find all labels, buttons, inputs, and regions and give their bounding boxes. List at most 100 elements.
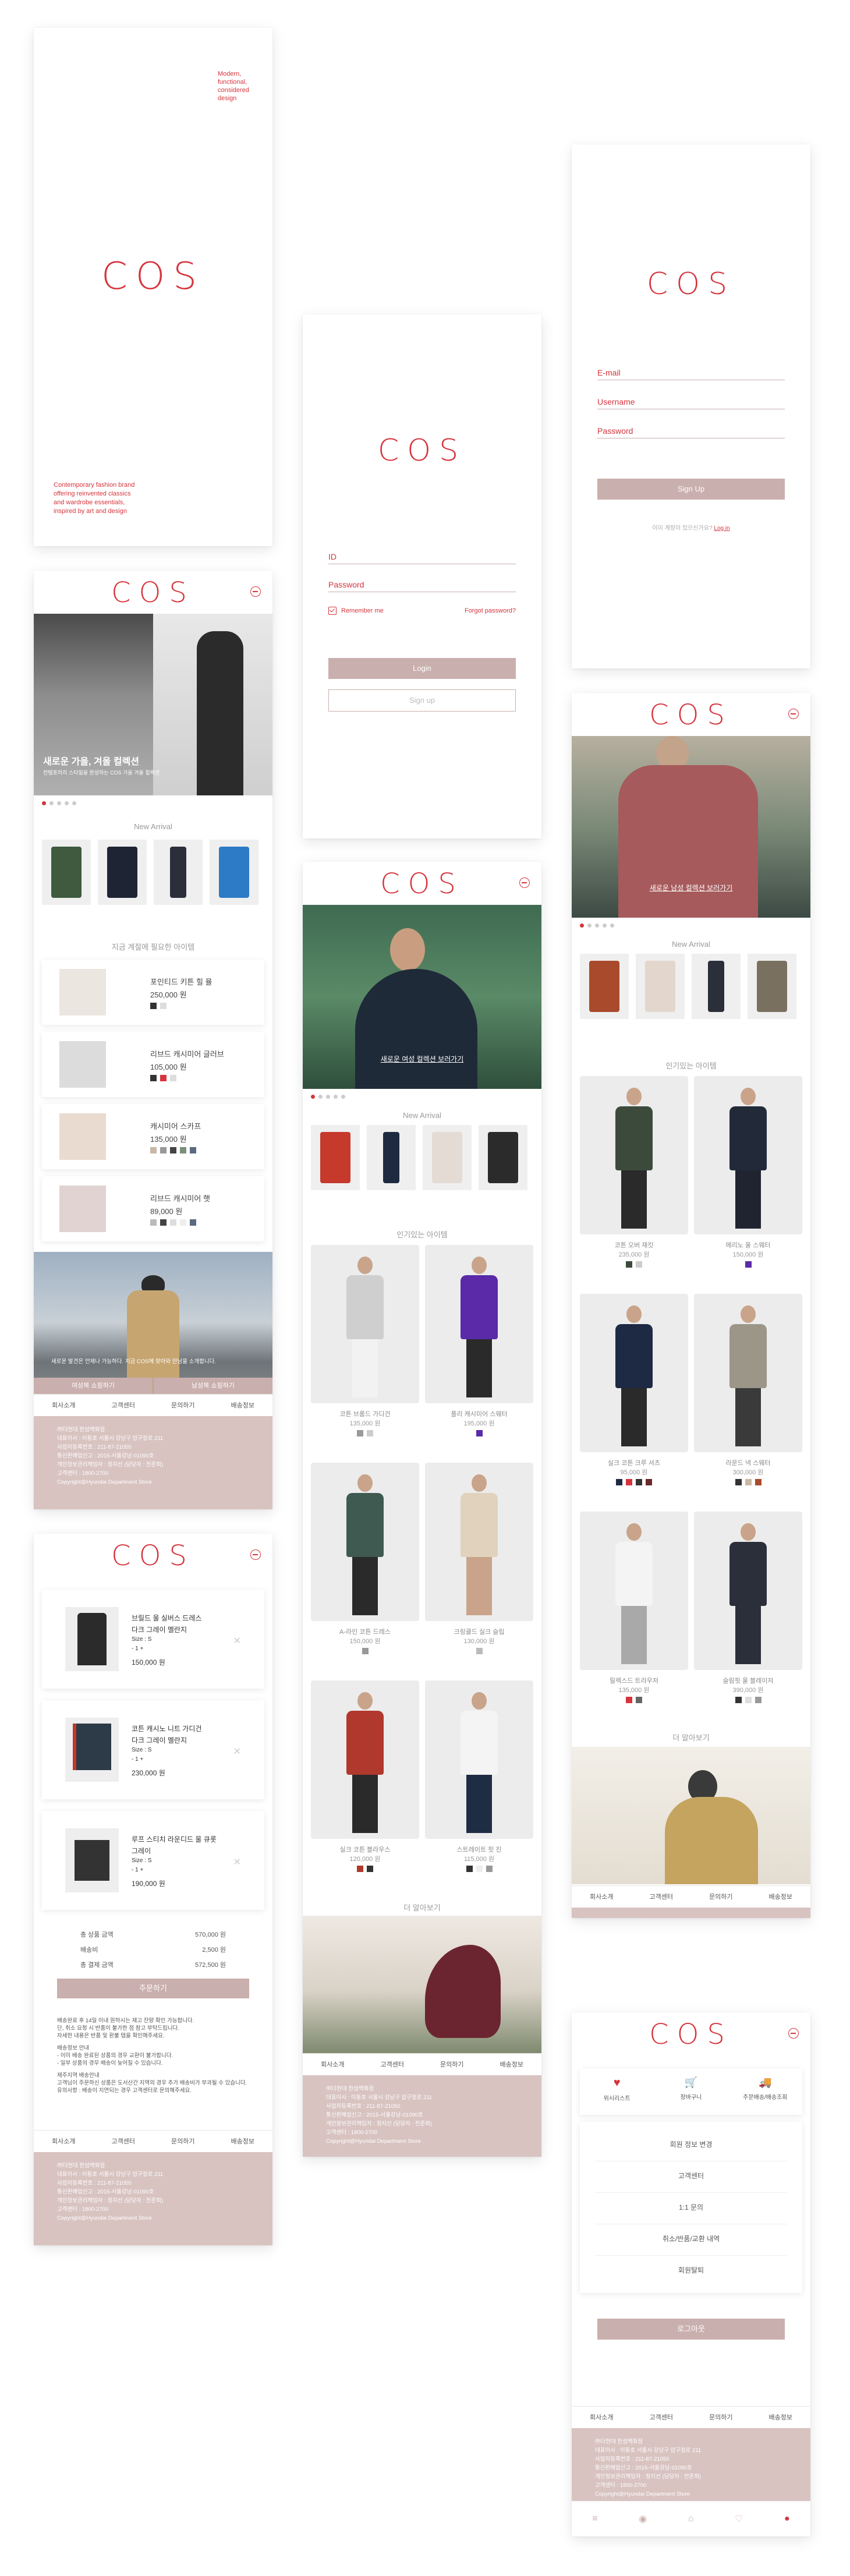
more-banner[interactable]: [572, 1747, 810, 1884]
product-thumb[interactable]: [479, 1125, 527, 1190]
grid-product[interactable]: A-라인 코튼 드레스 150,000 원: [311, 1463, 419, 1672]
header-logo[interactable]: COS: [303, 868, 541, 900]
grid-product[interactable]: 실크 코튼 블라우스 120,000 원: [311, 1680, 419, 1890]
footer-link[interactable]: 회사소개: [303, 2054, 363, 2076]
footer-link[interactable]: 문의하기: [153, 2131, 213, 2153]
footer-link[interactable]: 고객센터: [94, 1395, 154, 1417]
color-swatches[interactable]: [425, 1866, 533, 1872]
color-swatches[interactable]: [694, 1479, 802, 1485]
product-thumb[interactable]: [311, 1125, 360, 1190]
grid-product[interactable]: 크링클드 실크 슬립 130,000 원: [425, 1463, 533, 1672]
footer-link[interactable]: 고객센터: [632, 1886, 692, 1908]
product-thumb[interactable]: [580, 954, 629, 1019]
grid-product[interactable]: 메리노 울 스웨터 150,000 원: [694, 1076, 802, 1286]
menu-withdraw[interactable]: 회원탈퇴: [595, 2265, 787, 2287]
logout-button[interactable]: 로그아웃: [597, 2319, 785, 2340]
logout-icon[interactable]: [250, 586, 261, 597]
product-thumb[interactable]: [154, 840, 203, 905]
footer-link[interactable]: 고객센터: [632, 2407, 692, 2429]
product-card[interactable]: 캐시미어 스카프 135,000 원: [42, 1104, 264, 1169]
header-logo[interactable]: COS: [34, 576, 272, 609]
grid-product[interactable]: 슬림핏 울 블레이저 390,000 원: [694, 1512, 802, 1721]
footer-link[interactable]: 회사소개: [34, 2131, 94, 2153]
forgot-password-link[interactable]: Forgot password?: [465, 607, 516, 614]
hero-link[interactable]: 새로운 여성 컬렉션 보러가기: [303, 1054, 541, 1064]
carousel-dots[interactable]: [311, 1095, 345, 1099]
color-swatches[interactable]: [580, 1697, 688, 1703]
footer-link[interactable]: 문의하기: [691, 1886, 751, 1908]
color-swatches[interactable]: [150, 1219, 196, 1226]
cart-button[interactable]: 🛒 장바구니: [654, 2068, 728, 2115]
footer-link[interactable]: 배송정보: [751, 2407, 811, 2429]
product-thumb[interactable]: [423, 1125, 472, 1190]
footer-link[interactable]: 회사소개: [572, 1886, 632, 1908]
color-swatches[interactable]: [150, 1003, 167, 1009]
color-swatches[interactable]: [311, 1430, 419, 1436]
footer-link[interactable]: 배송정보: [482, 2054, 542, 2076]
footer-link[interactable]: 문의하기: [422, 2054, 482, 2076]
carousel-dots[interactable]: [42, 801, 76, 805]
quantity-stepper[interactable]: - 1 +: [132, 1867, 143, 1873]
header-logo[interactable]: COS: [572, 2018, 810, 2051]
logout-icon[interactable]: [788, 709, 799, 719]
hero-banner[interactable]: 새로운 가을, 겨울 컬렉션 컨템포러리 스타일을 완성하는 COS 가을 겨울…: [34, 614, 272, 795]
footer-link[interactable]: 배송정보: [213, 1395, 273, 1417]
hanger-icon[interactable]: ⌂: [688, 2514, 694, 2524]
product-card[interactable]: 리브드 캐시미어 햇 89,000 원: [42, 1176, 264, 1241]
footer-link[interactable]: 고객센터: [94, 2131, 154, 2153]
footer-link[interactable]: 문의하기: [153, 1395, 213, 1417]
logout-icon[interactable]: [519, 877, 530, 888]
menu-inquiry[interactable]: 1:1 문의: [595, 2202, 787, 2224]
email-field[interactable]: E-mail: [597, 368, 785, 380]
login-link[interactable]: Log in: [714, 525, 729, 532]
grid-product[interactable]: 코튼 브롬드 가디건 135,000 원: [311, 1245, 419, 1455]
product-thumb[interactable]: [98, 840, 147, 905]
hero-banner[interactable]: 새로운 남성 컬렉션 보러가기: [572, 736, 810, 918]
signup-submit-button[interactable]: Sign Up: [597, 479, 785, 500]
color-swatches[interactable]: [694, 1261, 802, 1268]
grid-product[interactable]: 스트레이트 핏 진 115,000 원: [425, 1680, 533, 1890]
product-thumb[interactable]: [42, 840, 91, 905]
login-button[interactable]: Login: [328, 658, 516, 679]
user-icon[interactable]: ●: [784, 2514, 790, 2524]
product-card[interactable]: 포인티드 키튼 힐 뮬 250,000 원: [42, 960, 264, 1025]
color-swatches[interactable]: [311, 1866, 419, 1872]
color-swatches[interactable]: [694, 1697, 802, 1703]
color-swatches[interactable]: [580, 1479, 688, 1485]
footer-link[interactable]: 배송정보: [213, 2131, 273, 2153]
grid-product[interactable]: 릴렉스드 트라우저 135,000 원: [580, 1512, 688, 1721]
order-tracking-button[interactable]: 🚚 주문배송/배송조회: [728, 2068, 802, 2115]
wishlist-button[interactable]: ♥ 위시리스트: [580, 2068, 654, 2115]
header-logo[interactable]: COS: [572, 699, 810, 731]
product-thumb[interactable]: [692, 954, 741, 1019]
footer-link[interactable]: 회사소개: [572, 2407, 632, 2429]
product-card[interactable]: 리브드 캐시미어 글러브 105,000 원: [42, 1032, 264, 1097]
header-logo[interactable]: COS: [34, 1540, 272, 1572]
more-title[interactable]: 더 알아보기: [572, 1732, 810, 1743]
product-thumb[interactable]: [636, 954, 685, 1019]
password-field[interactable]: Password: [328, 580, 516, 592]
menu-returns[interactable]: 취소/반품/교환 내역: [595, 2234, 787, 2256]
shop-men-button[interactable]: 남성복 쇼핑하기: [154, 1378, 272, 1394]
grid-product[interactable]: 코튼 오버 재킷 235,000 원: [580, 1076, 688, 1286]
quantity-stepper[interactable]: - 1 +: [132, 1756, 143, 1763]
username-field[interactable]: Username: [597, 397, 785, 409]
grid-product[interactable]: 실크 코튼 크루 셔츠 95,000 원: [580, 1294, 688, 1503]
color-swatches[interactable]: [150, 1075, 176, 1081]
remove-item-icon[interactable]: ✕: [233, 1856, 241, 1868]
footer-link[interactable]: 문의하기: [691, 2407, 751, 2429]
shop-women-button[interactable]: 여성복 쇼핑하기: [34, 1378, 153, 1394]
more-banner[interactable]: [303, 1916, 541, 2053]
id-field[interactable]: ID: [328, 552, 516, 564]
color-swatches[interactable]: [425, 1430, 533, 1436]
heart-icon[interactable]: ♡: [735, 2513, 743, 2525]
footer-link[interactable]: 고객센터: [363, 2054, 423, 2076]
color-swatches[interactable]: [580, 1261, 688, 1268]
product-thumb[interactable]: [748, 954, 796, 1019]
color-swatches[interactable]: [425, 1648, 533, 1654]
remember-checkbox[interactable]: [328, 607, 337, 615]
order-button[interactable]: 주문하기: [57, 1979, 249, 1998]
hero-link[interactable]: 새로운 남성 컬렉션 보러가기: [572, 883, 810, 893]
signup-button[interactable]: Sign up: [328, 689, 516, 712]
hero-banner[interactable]: 새로운 여성 컬렉션 보러가기: [303, 905, 541, 1089]
